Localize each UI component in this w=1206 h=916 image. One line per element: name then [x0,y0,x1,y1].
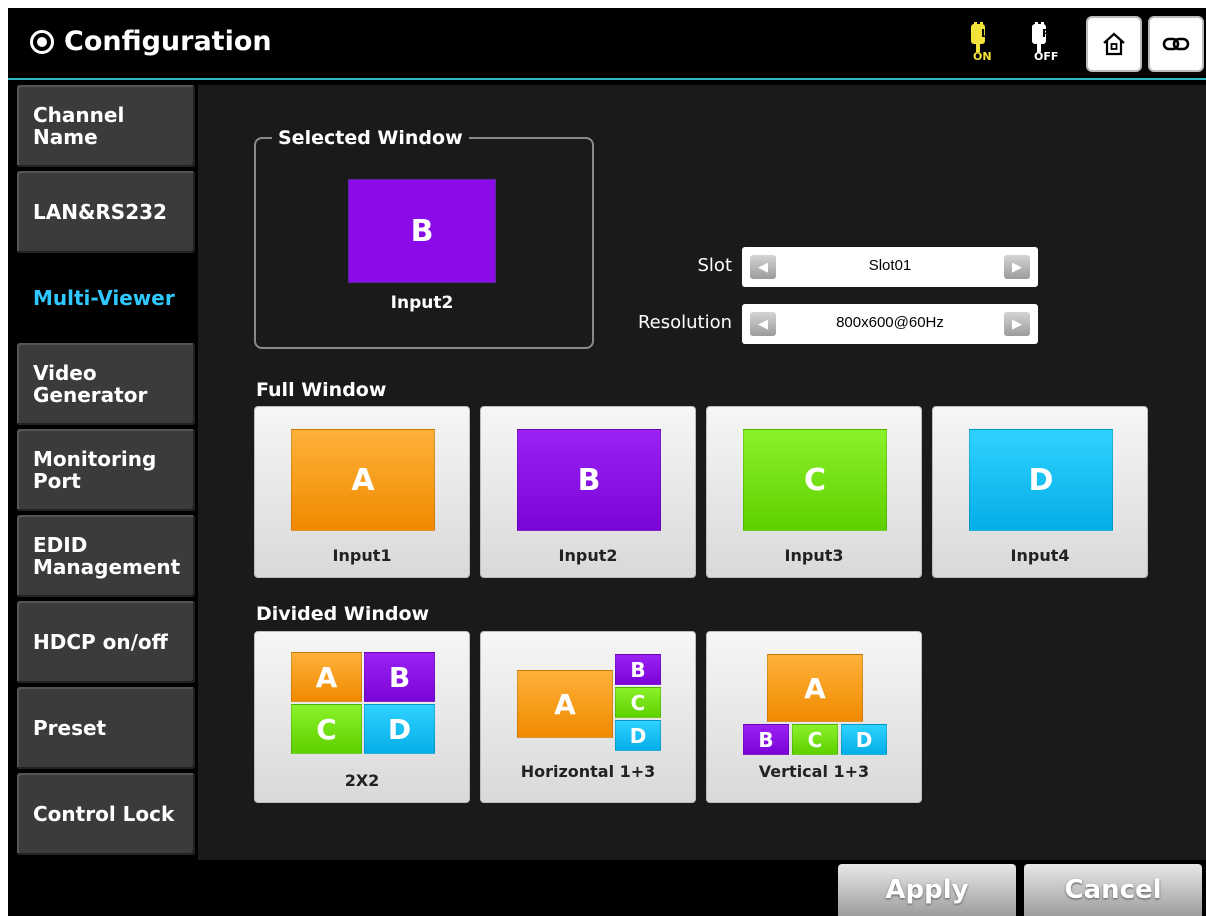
full-window-tile-c: C [743,429,887,531]
layout-tile-a: A [767,654,863,722]
layout-tile-d: D [841,724,887,755]
divided-window-heading: Divided Window [256,603,430,625]
sidebar-item-label: EDID Management [33,533,181,579]
sidebar-item-label: LAN&RS232 [33,200,167,224]
divided-window-card-label: Horizontal 1+3 [520,762,656,781]
selected-window-heading: Selected Window [272,127,469,149]
resolution-prev-button[interactable]: ◀ [750,312,776,336]
sidebar-item-preset[interactable]: Preset [17,687,195,769]
full-window-tile-b: B [517,429,661,531]
full-window-card-input4[interactable]: D Input4 [932,406,1148,578]
cancel-button[interactable]: Cancel [1024,864,1202,916]
sidebar-item-label: Monitoring Port [33,447,157,493]
layout-tile-c: C [291,704,362,754]
full-window-card-label: Input1 [332,546,392,565]
sidebar-item-monitoring-port[interactable]: Monitoring Port [17,429,195,511]
sidebar-item-label: Control Lock [33,802,175,826]
plug-off-state: OFF [1034,50,1059,63]
divided-window-card-label: Vertical 1+3 [758,762,870,781]
layout-tile-a: A [291,652,362,702]
plug-off-letter: R [1042,27,1051,40]
plug-off-icon[interactable]: R OFF [1024,22,1064,66]
layout-tile-b: B [743,724,789,755]
full-window-card-label: Input4 [1010,546,1070,565]
home-button[interactable] [1086,16,1142,72]
selected-window-tile: B [348,179,496,283]
layout-tile-c: C [792,724,838,755]
sidebar-item-label: Channel Name [33,103,125,149]
sidebar-item-label: Preset [33,716,107,740]
divided-window-card-label: 2X2 [344,771,380,790]
full-window-card-label: Input2 [558,546,618,565]
slot-next-button[interactable]: ▶ [1004,255,1030,279]
resolution-next-button[interactable]: ▶ [1004,312,1030,336]
page-title-text: Configuration [64,26,272,57]
full-window-card-input3[interactable]: C Input3 [706,406,922,578]
layout-tile-c: C [615,687,661,718]
layout-tile-d: D [364,704,435,754]
selected-window-label: Input2 [390,293,454,313]
slot-value: Slot01 [868,257,912,274]
sidebar-item-hdcp[interactable]: HDCP on/off [17,601,195,683]
sidebar-item-lan-rs232[interactable]: LAN&RS232 [17,171,195,253]
configuration-screen: Configuration L ON R OFF Channel Name LA… [8,8,1206,916]
resolution-value: 800x600@60Hz [836,314,944,331]
slot-prev-button[interactable]: ◀ [750,255,776,279]
page-title: Configuration [30,26,272,57]
sidebar-item-multi-viewer[interactable]: Multi-Viewer [17,257,195,339]
layout-tile-d: D [615,720,661,751]
resolution-spinner: ◀ 800x600@60Hz ▶ [742,304,1038,344]
plug-on-letter: L [981,27,989,40]
layout-tile-b: B [364,652,435,702]
gear-icon [30,29,54,54]
plug-on-state: ON [973,50,992,63]
sidebar-item-label: HDCP on/off [33,630,168,654]
apply-button[interactable]: Apply [838,864,1016,916]
full-window-heading: Full Window [256,379,387,401]
sidebar-item-control-lock[interactable]: Control Lock [17,773,195,855]
layout-tile-b: B [615,654,661,685]
full-window-tile-a: A [291,429,435,531]
full-window-card-input2[interactable]: B Input2 [480,406,696,578]
slot-spinner: ◀ Slot01 ▶ [742,247,1038,287]
link-icon [1162,37,1190,51]
layout-tile-a: A [517,670,613,738]
sidebar-item-channel-name[interactable]: Channel Name [17,85,195,167]
sidebar-item-edid-management[interactable]: EDID Management [17,515,195,597]
multi-viewer-panel: Selected Window B Input2 Slot ◀ Slot01 ▶… [198,85,1206,860]
header-bar: Configuration L ON R OFF [8,8,1206,80]
link-button[interactable] [1148,16,1204,72]
plug-on-icon[interactable]: L ON [963,22,1003,66]
divided-window-card-vertical[interactable]: A B C D Vertical 1+3 [706,631,922,803]
resolution-label: Resolution [637,312,732,333]
full-window-card-input1[interactable]: A Input1 [254,406,470,578]
slot-label: Slot [697,255,733,276]
divided-window-card-horizontal[interactable]: A B C D Horizontal 1+3 [480,631,696,803]
divided-window-card-2x2[interactable]: A B C D 2X2 [254,631,470,803]
full-window-card-label: Input3 [784,546,844,565]
sidebar-item-video-generator[interactable]: Video Generator [17,343,195,425]
full-window-tile-d: D [969,429,1113,531]
sidebar-item-label: Multi-Viewer [33,286,175,310]
sidebar-item-label: Video Generator [33,361,148,407]
home-icon [1103,32,1125,56]
